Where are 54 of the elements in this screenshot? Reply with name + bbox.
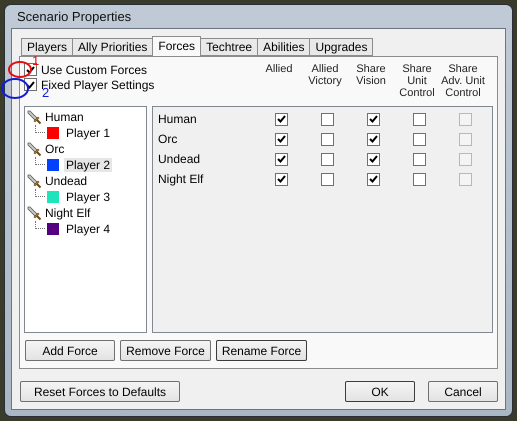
force-name: Night Elf bbox=[157, 172, 204, 186]
tab[interactable]: Forces bbox=[152, 36, 202, 56]
tree-item[interactable]: Player 3 bbox=[64, 190, 112, 204]
checkbox[interactable] bbox=[412, 152, 426, 166]
tree-item[interactable]: Orc bbox=[45, 142, 64, 156]
sword-icon bbox=[27, 110, 42, 124]
force-name: Human bbox=[157, 112, 198, 126]
checkbox[interactable] bbox=[366, 112, 380, 126]
tree-item[interactable]: Player 1 bbox=[64, 126, 112, 140]
checkbox[interactable] bbox=[320, 132, 334, 146]
annotation-number: 2 bbox=[42, 87, 50, 98]
dialog-button[interactable]: OK bbox=[345, 381, 415, 402]
force-name: Orc bbox=[157, 132, 178, 146]
tree-item[interactable]: Player 2 bbox=[64, 158, 112, 172]
checkbox[interactable] bbox=[366, 152, 380, 166]
tree-item[interactable]: Human bbox=[45, 110, 84, 124]
tab[interactable]: Upgrades bbox=[309, 38, 374, 56]
tree-item[interactable]: Player 4 bbox=[64, 222, 112, 236]
checkbox[interactable] bbox=[274, 152, 288, 166]
reset-button[interactable]: Reset Forces to Defaults bbox=[20, 381, 180, 402]
checkbox[interactable] bbox=[274, 172, 288, 186]
checkbox[interactable] bbox=[274, 112, 288, 126]
checkbox[interactable] bbox=[412, 172, 426, 186]
checkbox[interactable] bbox=[320, 112, 334, 126]
column-header: Allied Victory bbox=[307, 63, 343, 89]
annotation-circle bbox=[1, 78, 29, 99]
checkbox[interactable] bbox=[412, 132, 426, 146]
force-button[interactable]: Rename Force bbox=[216, 340, 307, 361]
column-header: Share Unit Control bbox=[398, 63, 436, 101]
force-name: Undead bbox=[157, 152, 202, 166]
checkbox-label: Use Custom Forces bbox=[41, 62, 148, 76]
tab[interactable]: Ally Priorities bbox=[72, 38, 154, 56]
tab[interactable]: Techtree bbox=[200, 38, 258, 56]
tab[interactable]: Players bbox=[21, 38, 74, 56]
force-button[interactable]: Remove Force bbox=[120, 340, 211, 361]
column-header: Share Vision bbox=[355, 63, 387, 89]
checkbox[interactable] bbox=[412, 112, 426, 126]
sword-icon bbox=[27, 206, 42, 220]
column-header: Allied bbox=[264, 63, 294, 77]
column-header: Share Adv. Unit Control bbox=[440, 63, 486, 101]
force-button[interactable]: Add Force bbox=[25, 340, 115, 361]
dialog-button[interactable]: Cancel bbox=[428, 381, 498, 402]
sword-icon bbox=[27, 174, 42, 188]
checkbox[interactable] bbox=[366, 132, 380, 146]
checkbox[interactable] bbox=[320, 152, 334, 166]
checkbox[interactable] bbox=[366, 172, 380, 186]
sword-icon bbox=[27, 142, 42, 156]
annotation-circle bbox=[8, 61, 32, 78]
tab[interactable]: Abilities bbox=[257, 38, 310, 56]
tree-item[interactable]: Night Elf bbox=[45, 206, 90, 220]
checkbox[interactable] bbox=[274, 132, 288, 146]
window-title: Scenario Properties bbox=[17, 9, 132, 24]
checkbox[interactable] bbox=[320, 172, 334, 186]
tree-item[interactable]: Undead bbox=[45, 174, 88, 188]
